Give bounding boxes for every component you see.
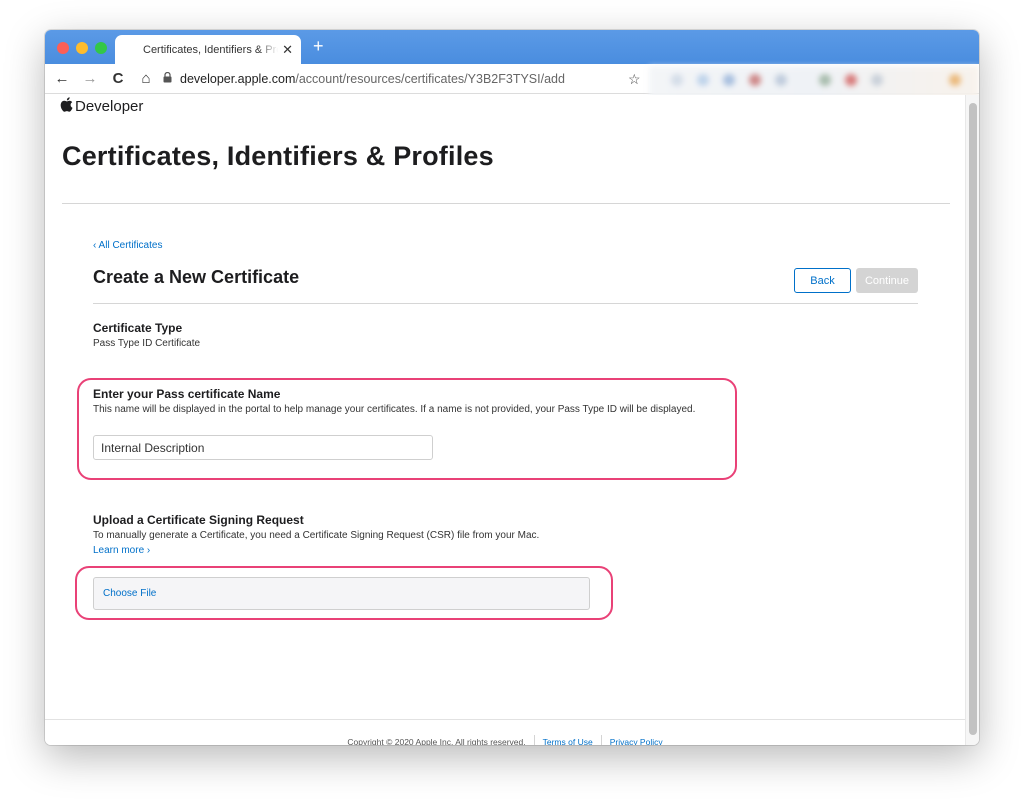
new-tab-button[interactable]: + (313, 36, 324, 57)
browser-window: Certificates, Identifiers & Profiles ✕ +… (45, 30, 979, 745)
footer-separator (600, 735, 602, 745)
copyright-text: Copyright © 2020 Apple Inc. All rights r… (347, 737, 526, 745)
back-button[interactable]: Back (794, 268, 851, 293)
privacy-policy-link[interactable]: Privacy Policy (610, 737, 663, 745)
terms-of-use-link[interactable]: Terms of Use (543, 737, 593, 745)
lock-icon (163, 71, 172, 86)
title-divider (62, 203, 950, 204)
pass-name-label: Enter your Pass certificate Name (93, 387, 281, 401)
tab-title: Certificates, Identifiers & Profiles (143, 43, 278, 56)
certificate-type-label: Certificate Type (93, 321, 183, 335)
back-arrow-icon[interactable]: ← (51, 70, 73, 87)
all-certificates-link[interactable]: ‹ All Certificates (93, 240, 162, 251)
form-title: Create a New Certificate (93, 267, 300, 287)
csr-upload-help: To manually generate a Certificate, you … (93, 530, 540, 541)
address-bar[interactable]: developer.apple.com/account/resources/ce… (163, 69, 643, 89)
forward-arrow-icon[interactable]: → (79, 70, 101, 87)
page-scrollbar[interactable] (965, 95, 979, 745)
reload-icon[interactable]: C (107, 70, 129, 87)
address-host: developer.apple.com (180, 72, 296, 86)
tab-close-icon[interactable]: ✕ (282, 42, 293, 58)
pass-name-help: This name will be displayed in the porta… (93, 404, 696, 415)
minimize-window-button[interactable] (76, 42, 88, 54)
tab-bar: Certificates, Identifiers & Profiles ✕ + (45, 30, 979, 64)
apple-logo-icon (60, 97, 73, 116)
form-divider (93, 303, 918, 304)
footer-separator (533, 735, 535, 745)
page-title: Certificates, Identifiers & Profiles (62, 141, 494, 171)
choose-file-button[interactable]: Choose File (93, 577, 590, 610)
certificate-type-value: Pass Type ID Certificate (93, 338, 201, 349)
bookmark-star-icon[interactable]: ☆ (628, 71, 641, 88)
csr-upload-label: Upload a Certificate Signing Request (93, 513, 304, 527)
close-window-button[interactable] (57, 42, 69, 54)
developer-brand-label: Developer (75, 98, 144, 115)
scrollbar-thumb[interactable] (969, 103, 977, 735)
home-icon[interactable]: ⌂ (135, 70, 157, 87)
zoom-window-button[interactable] (95, 42, 107, 54)
address-path: /account/resources/certificates/Y3B2F3TY… (295, 72, 565, 86)
tab-active[interactable]: Certificates, Identifiers & Profiles ✕ (115, 35, 301, 64)
continue-button[interactable]: Continue (856, 268, 918, 293)
footer: Copyright © 2020 Apple Inc. All rights r… (45, 735, 965, 745)
pass-name-input[interactable] (93, 435, 433, 460)
footer-divider (45, 719, 965, 720)
learn-more-link[interactable]: Learn more › (93, 545, 150, 556)
page-content: Developer Certificates, Identifiers & Pr… (45, 95, 965, 745)
developer-header[interactable]: Developer (60, 97, 143, 116)
